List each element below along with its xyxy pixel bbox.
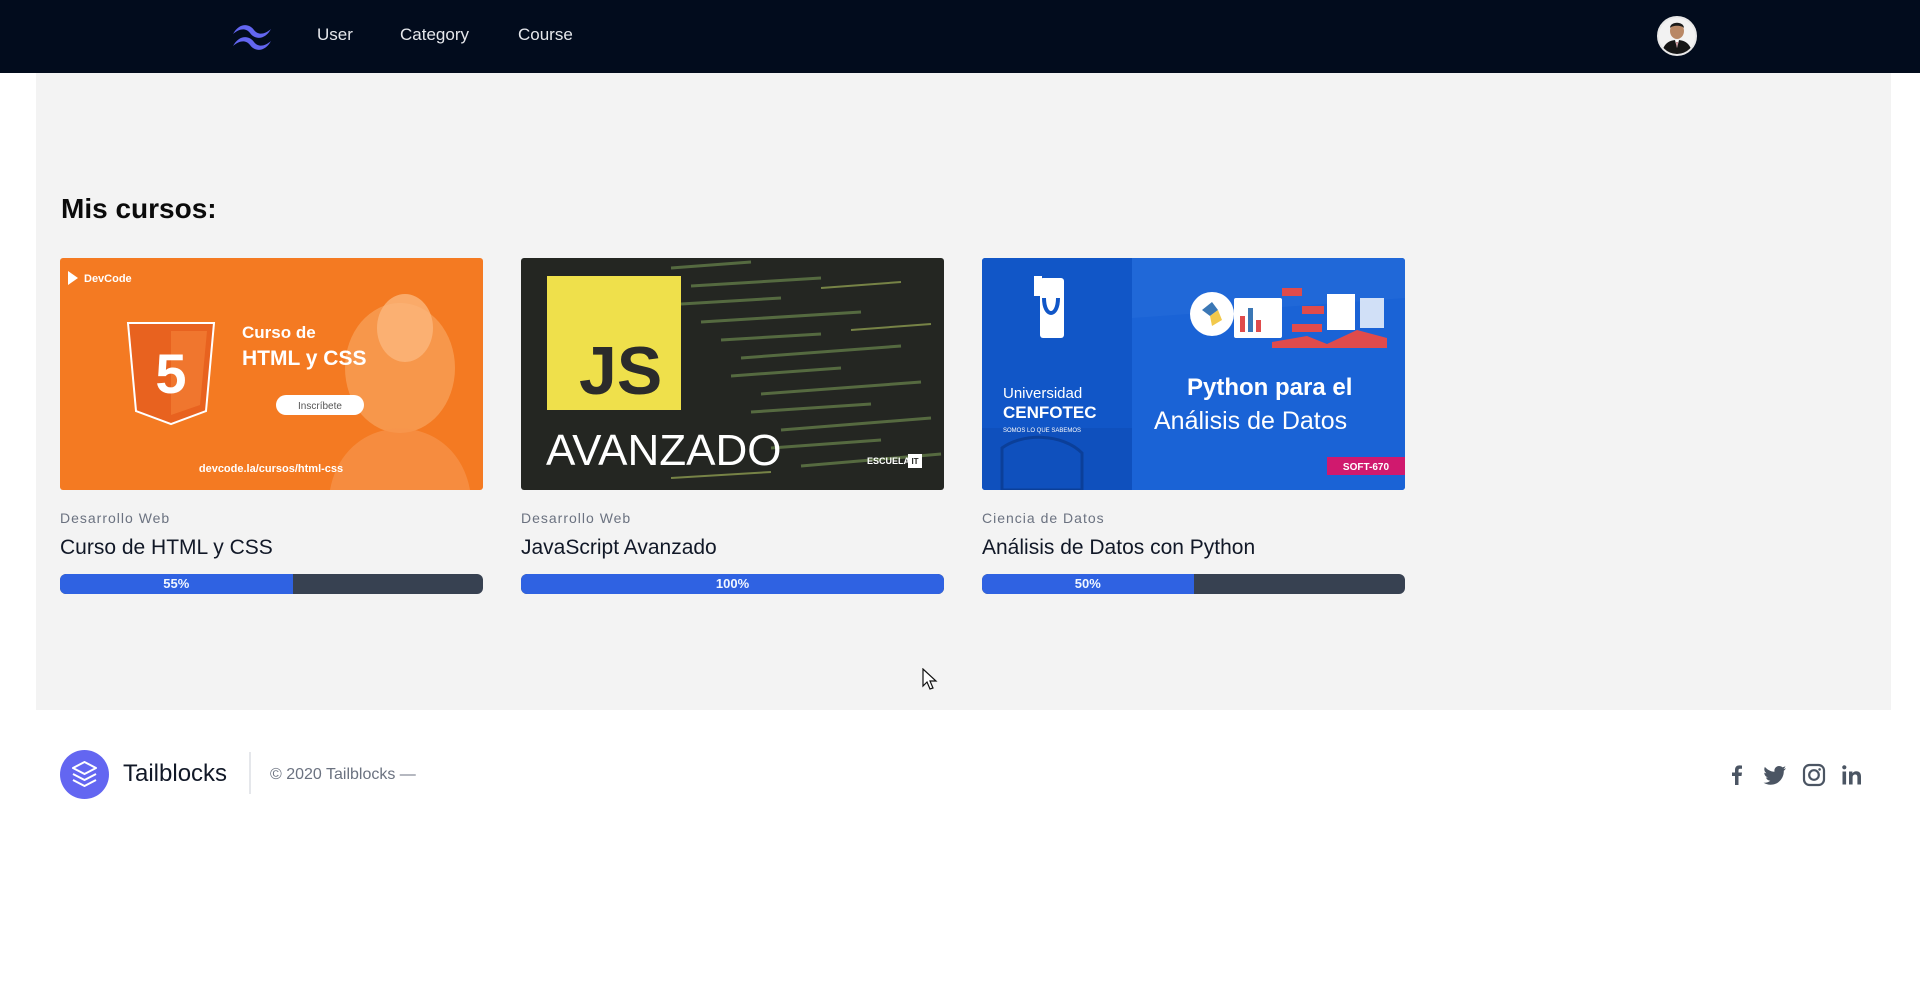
thumb-url: devcode.la/cursos/html-css: [199, 463, 343, 475]
progress-label: 55%: [163, 576, 190, 591]
thumb-brand-box: IT: [911, 457, 918, 466]
progress-label: 50%: [1074, 576, 1101, 591]
course-category: Desarrollo Web: [60, 510, 171, 526]
progress-bar: 100%: [521, 574, 944, 594]
top-navbar: User Category Course: [0, 0, 1920, 73]
course-title[interactable]: Análisis de Datos con Python: [982, 536, 1405, 560]
user-avatar[interactable]: [1657, 16, 1697, 56]
course-thumbnail[interactable]: JS AVANZADO ESCUELA IT: [521, 258, 944, 490]
course-title[interactable]: JavaScript Avanzado: [521, 536, 944, 560]
svg-text:5: 5: [155, 342, 186, 405]
course-category: Desarrollo Web: [521, 510, 632, 526]
footer-copyright: © 2020 Tailblocks —: [270, 766, 416, 783]
tailwind-logo-icon[interactable]: [229, 21, 275, 53]
instagram-icon[interactable]: [1801, 762, 1827, 788]
thumb-heading2: Análisis de Datos: [1154, 407, 1347, 435]
main-content: Mis cursos: DevCode 5 Curso de HTML y CS…: [36, 73, 1891, 710]
progress-bar: 50%: [982, 574, 1405, 594]
course-thumbnail[interactable]: DevCode 5 Curso de HTML y CSS Inscríbete…: [60, 258, 483, 490]
thumb-heading1: Python para el: [1187, 374, 1352, 401]
nav-link-user[interactable]: User: [317, 25, 353, 45]
course-thumbnail[interactable]: Universidad CENFOTEC SOMOS LO QUE SABEMO…: [982, 258, 1405, 490]
footer-brand[interactable]: Tailblocks: [123, 760, 227, 788]
course-card-javascript[interactable]: JS AVANZADO ESCUELA IT Desarrollo Web Ja…: [521, 258, 944, 594]
nav-link-category[interactable]: Category: [400, 25, 469, 45]
mouse-cursor-icon: [922, 668, 938, 690]
thumb-heading1: Curso de: [242, 323, 316, 342]
thumb-code: SOFT-670: [1343, 462, 1390, 473]
section-title: Mis cursos:: [61, 193, 217, 224]
avatar-icon: [1659, 18, 1695, 54]
thumb-uni-tag: SOMOS LO QUE SABEMOS: [1003, 428, 1081, 434]
nav-link-course[interactable]: Course: [518, 25, 573, 45]
thumb-brand: DevCode: [84, 273, 132, 285]
thumb-heading2: HTML y CSS: [242, 347, 366, 370]
facebook-icon[interactable]: [1724, 762, 1750, 788]
twitter-icon[interactable]: [1762, 762, 1788, 788]
thumb-uni2: CENFOTEC: [1003, 403, 1097, 422]
course-card-html-css[interactable]: DevCode 5 Curso de HTML y CSS Inscríbete…: [60, 258, 483, 594]
progress-bar: 55%: [60, 574, 483, 594]
thumb-brand: ESCUELA: [867, 456, 911, 466]
thumb-badge: JS: [579, 333, 662, 409]
stack-logo-icon[interactable]: [60, 750, 109, 799]
progress-label: 100%: [715, 576, 750, 591]
course-title[interactable]: Curso de HTML y CSS: [60, 536, 483, 560]
thumb-button: Inscríbete: [298, 401, 342, 412]
thumb-uni1: Universidad: [1003, 385, 1082, 402]
footer-divider: [249, 752, 251, 794]
course-category: Ciencia de Datos: [982, 510, 1105, 526]
linkedin-icon[interactable]: [1839, 762, 1865, 788]
thumb-heading: AVANZADO: [546, 426, 782, 475]
course-card-python[interactable]: Universidad CENFOTEC SOMOS LO QUE SABEMO…: [982, 258, 1405, 594]
